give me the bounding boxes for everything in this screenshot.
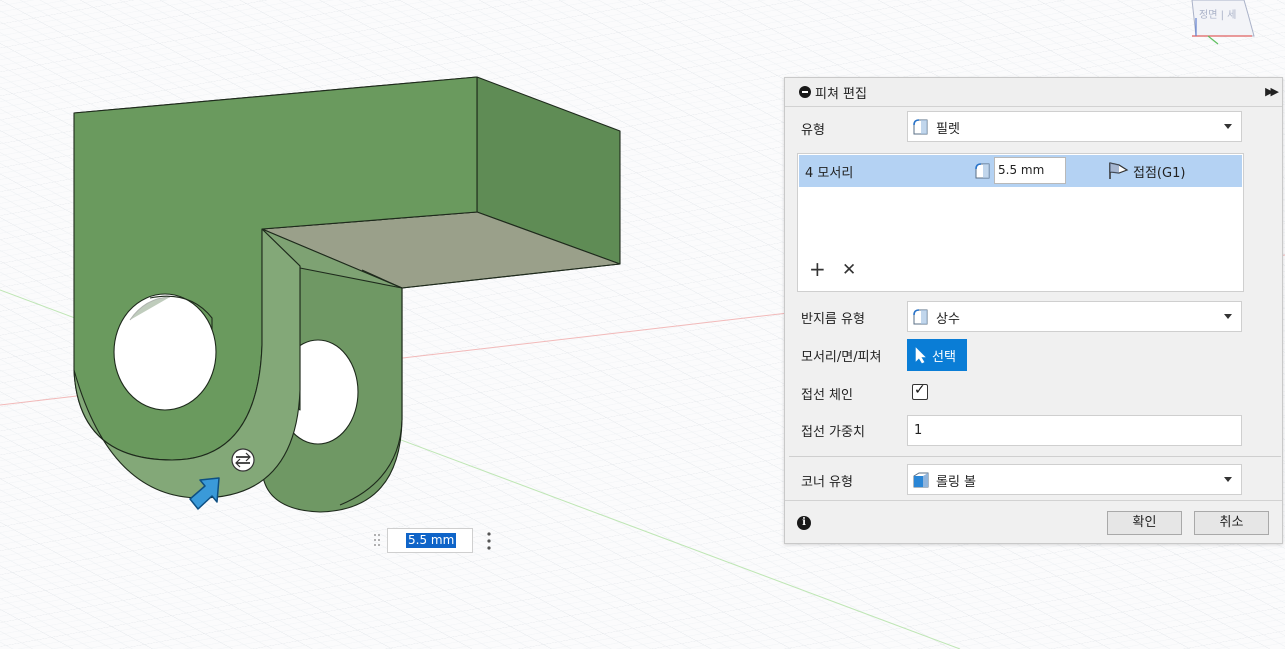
tangent-weight-label: 접선 가중치 — [801, 425, 865, 440]
fillet-icon — [913, 119, 928, 135]
cursor-arrow-icon — [915, 347, 926, 364]
radius-type-dropdown[interactable]: 상수 — [907, 301, 1242, 332]
plus-icon[interactable]: + — [809, 259, 826, 279]
continuity-value[interactable]: 접점(G1) — [1133, 162, 1185, 181]
panel-title: 피쳐 편집 — [815, 87, 867, 102]
tangent-weight-input[interactable]: 1 — [907, 415, 1242, 446]
corner-type-dropdown[interactable]: 롤링 볼 — [907, 464, 1242, 495]
selection-label: 모서리/면/피쳐 — [801, 350, 882, 365]
edge-row[interactable]: 4 모서리 5.5 mm 접점(G1) — [799, 155, 1242, 187]
edge-selection-list: 4 모서리 5.5 mm 접점(G1) + ✕ — [797, 153, 1244, 292]
close-icon[interactable]: ✕ — [842, 260, 856, 280]
radius-type-value: 상수 — [936, 312, 960, 327]
drag-grip-icon[interactable] — [373, 528, 381, 553]
tangent-chain-label: 접선 체인 — [801, 388, 853, 403]
chevron-down-icon — [1224, 477, 1232, 482]
chevron-down-icon — [1224, 314, 1232, 319]
collapse-minus-icon[interactable] — [799, 86, 811, 98]
edge-radius-input[interactable]: 5.5 mm — [994, 157, 1066, 184]
tangent-flag-icon — [1109, 162, 1129, 179]
info-icon[interactable]: i — [797, 516, 811, 530]
fillet-icon — [913, 309, 928, 325]
rolling-ball-icon — [913, 472, 929, 488]
type-label: 유형 — [801, 123, 825, 138]
fillet-icon — [975, 163, 990, 179]
divider — [789, 456, 1281, 457]
select-button[interactable]: 선택 — [907, 339, 967, 371]
type-value: 필렛 — [936, 122, 960, 137]
tangent-chain-checkbox[interactable]: ✓ — [912, 382, 928, 400]
edit-feature-panel: 피쳐 편집 ▶▶ 유형 필렛 4 모서리 5.5 mm 접점(G1) + ✕ 반… — [784, 77, 1283, 544]
more-options-icon[interactable] — [484, 530, 494, 552]
corner-type-value: 롤링 볼 — [936, 475, 977, 490]
type-dropdown[interactable]: 필렛 — [907, 111, 1242, 142]
double-chevron-right-icon[interactable]: ▶▶ — [1265, 85, 1279, 98]
canvas-dimension-input[interactable]: 5.5 mm — [387, 528, 473, 553]
edge-count-label: 4 모서리 — [805, 166, 854, 181]
check-icon: ✓ — [914, 382, 926, 398]
chevron-down-icon — [1224, 124, 1232, 129]
canvas-dimension-value: 5.5 mm — [406, 533, 457, 548]
ok-button[interactable]: 확인 — [1107, 511, 1182, 535]
select-label: 선택 — [932, 350, 956, 365]
divider — [785, 500, 1282, 501]
viewcube-label: 정면 | 세 — [1199, 10, 1237, 21]
panel-header[interactable]: 피쳐 편집 ▶▶ — [785, 78, 1282, 107]
cancel-button[interactable]: 취소 — [1194, 511, 1269, 535]
radius-type-label: 반지름 유형 — [801, 312, 865, 327]
rotate-handle-icon[interactable] — [231, 448, 255, 472]
corner-type-label: 코너 유형 — [801, 475, 853, 490]
